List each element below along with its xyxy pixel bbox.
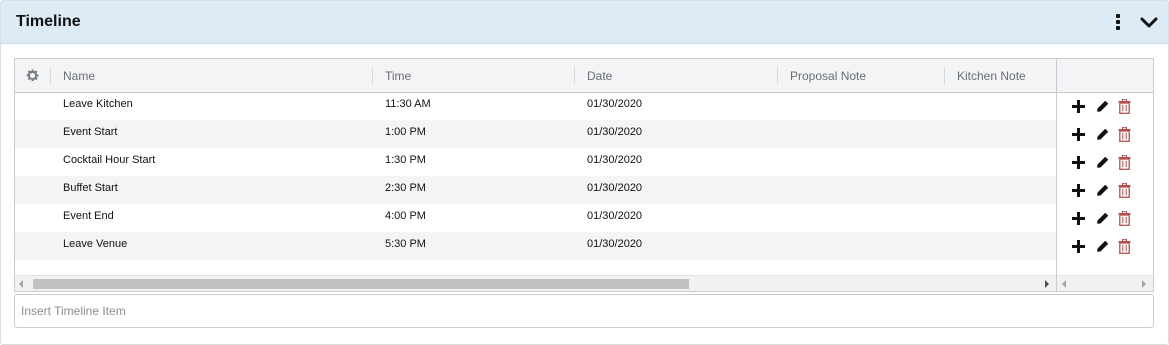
timeline-grid: Name Time Date Proposal Note Kitchen Not… [14, 58, 1154, 292]
table-row[interactable]: Cocktail Hour Start 1:30 PM 01/30/2020 [15, 148, 1056, 176]
cell-date: 01/30/2020 [587, 182, 643, 194]
trash-icon[interactable] [1118, 239, 1131, 254]
table-row[interactable]: Leave Kitchen 11:30 AM 01/30/2020 [15, 92, 1056, 120]
scroll-right-arrow-icon[interactable] [1045, 280, 1049, 288]
column-header-proposal-note[interactable]: Proposal Note [790, 69, 866, 83]
more-options-icon[interactable] [1114, 14, 1122, 30]
column-header-date[interactable]: Date [587, 69, 612, 83]
row-actions [1057, 176, 1153, 204]
pencil-icon[interactable] [1096, 239, 1110, 253]
scroll-right-arrow-icon[interactable] [1142, 280, 1146, 288]
row-actions [1057, 148, 1153, 176]
row-actions-column [1057, 92, 1153, 260]
cell-name: Cocktail Hour Start [63, 154, 156, 166]
row-actions [1057, 232, 1153, 260]
panel-header: Timeline [1, 1, 1168, 44]
plus-icon[interactable] [1072, 184, 1085, 197]
plus-icon[interactable] [1072, 100, 1085, 113]
pencil-icon[interactable] [1096, 183, 1110, 197]
scrollbar-thumb[interactable] [33, 279, 689, 289]
table-row[interactable]: Event End 4:00 PM 01/30/2020 [15, 204, 1056, 232]
trash-icon[interactable] [1118, 183, 1131, 198]
gear-icon[interactable] [25, 68, 40, 83]
column-divider[interactable] [777, 67, 778, 84]
cell-name: Leave Venue [63, 238, 128, 250]
cell-name: Event Start [63, 126, 118, 138]
cell-time: 1:00 PM [385, 126, 426, 138]
column-header-name[interactable]: Name [63, 69, 95, 83]
column-header-kitchen-note[interactable]: Kitchen Note [957, 69, 1026, 83]
pencil-icon[interactable] [1096, 99, 1110, 113]
table-row[interactable]: Leave Venue 5:30 PM 01/30/2020 [15, 232, 1056, 260]
trash-icon[interactable] [1118, 99, 1131, 114]
plus-icon[interactable] [1072, 156, 1085, 169]
cell-time: 1:30 PM [385, 154, 426, 166]
cell-time: 2:30 PM [385, 182, 426, 194]
cell-time: 4:00 PM [385, 210, 426, 222]
cell-date: 01/30/2020 [587, 154, 643, 166]
cell-name: Leave Kitchen [63, 98, 133, 110]
column-divider [50, 67, 51, 84]
row-actions [1057, 92, 1153, 120]
trash-icon[interactable] [1118, 155, 1131, 170]
table-row[interactable]: Buffet Start 2:30 PM 01/30/2020 [15, 176, 1056, 204]
trash-icon[interactable] [1118, 211, 1131, 226]
pencil-icon[interactable] [1096, 127, 1110, 141]
chevron-down-icon[interactable] [1140, 16, 1158, 30]
row-actions [1057, 120, 1153, 148]
column-divider[interactable] [944, 67, 945, 84]
actions-horizontal-scrollbar[interactable] [1057, 275, 1153, 291]
cell-date: 01/30/2020 [587, 210, 643, 222]
trash-icon[interactable] [1118, 127, 1131, 142]
plus-icon[interactable] [1072, 240, 1085, 253]
plus-icon[interactable] [1072, 128, 1085, 141]
pencil-icon[interactable] [1096, 211, 1110, 225]
cell-time: 11:30 AM [385, 98, 431, 110]
horizontal-scrollbar[interactable] [15, 275, 1056, 291]
cell-date: 01/30/2020 [587, 238, 643, 250]
table-row[interactable]: Event Start 1:00 PM 01/30/2020 [15, 120, 1056, 148]
scroll-left-arrow-icon[interactable] [19, 280, 23, 288]
grid-header: Name Time Date Proposal Note Kitchen Not… [15, 59, 1153, 93]
cell-time: 5:30 PM [385, 238, 426, 250]
plus-icon[interactable] [1072, 212, 1085, 225]
pencil-icon[interactable] [1096, 155, 1110, 169]
cell-name: Event End [63, 210, 114, 222]
column-header-time[interactable]: Time [385, 69, 411, 83]
insert-timeline-item-input[interactable] [14, 294, 1154, 328]
cell-name: Buffet Start [63, 182, 118, 194]
scroll-left-arrow-icon[interactable] [1062, 280, 1066, 288]
grid-body: Leave Kitchen 11:30 AM 01/30/2020 Event … [15, 92, 1056, 260]
column-divider[interactable] [372, 67, 373, 84]
column-divider[interactable] [574, 67, 575, 84]
cell-date: 01/30/2020 [587, 98, 643, 110]
cell-date: 01/30/2020 [587, 126, 643, 138]
row-actions [1057, 204, 1153, 232]
panel-title: Timeline [16, 13, 81, 30]
